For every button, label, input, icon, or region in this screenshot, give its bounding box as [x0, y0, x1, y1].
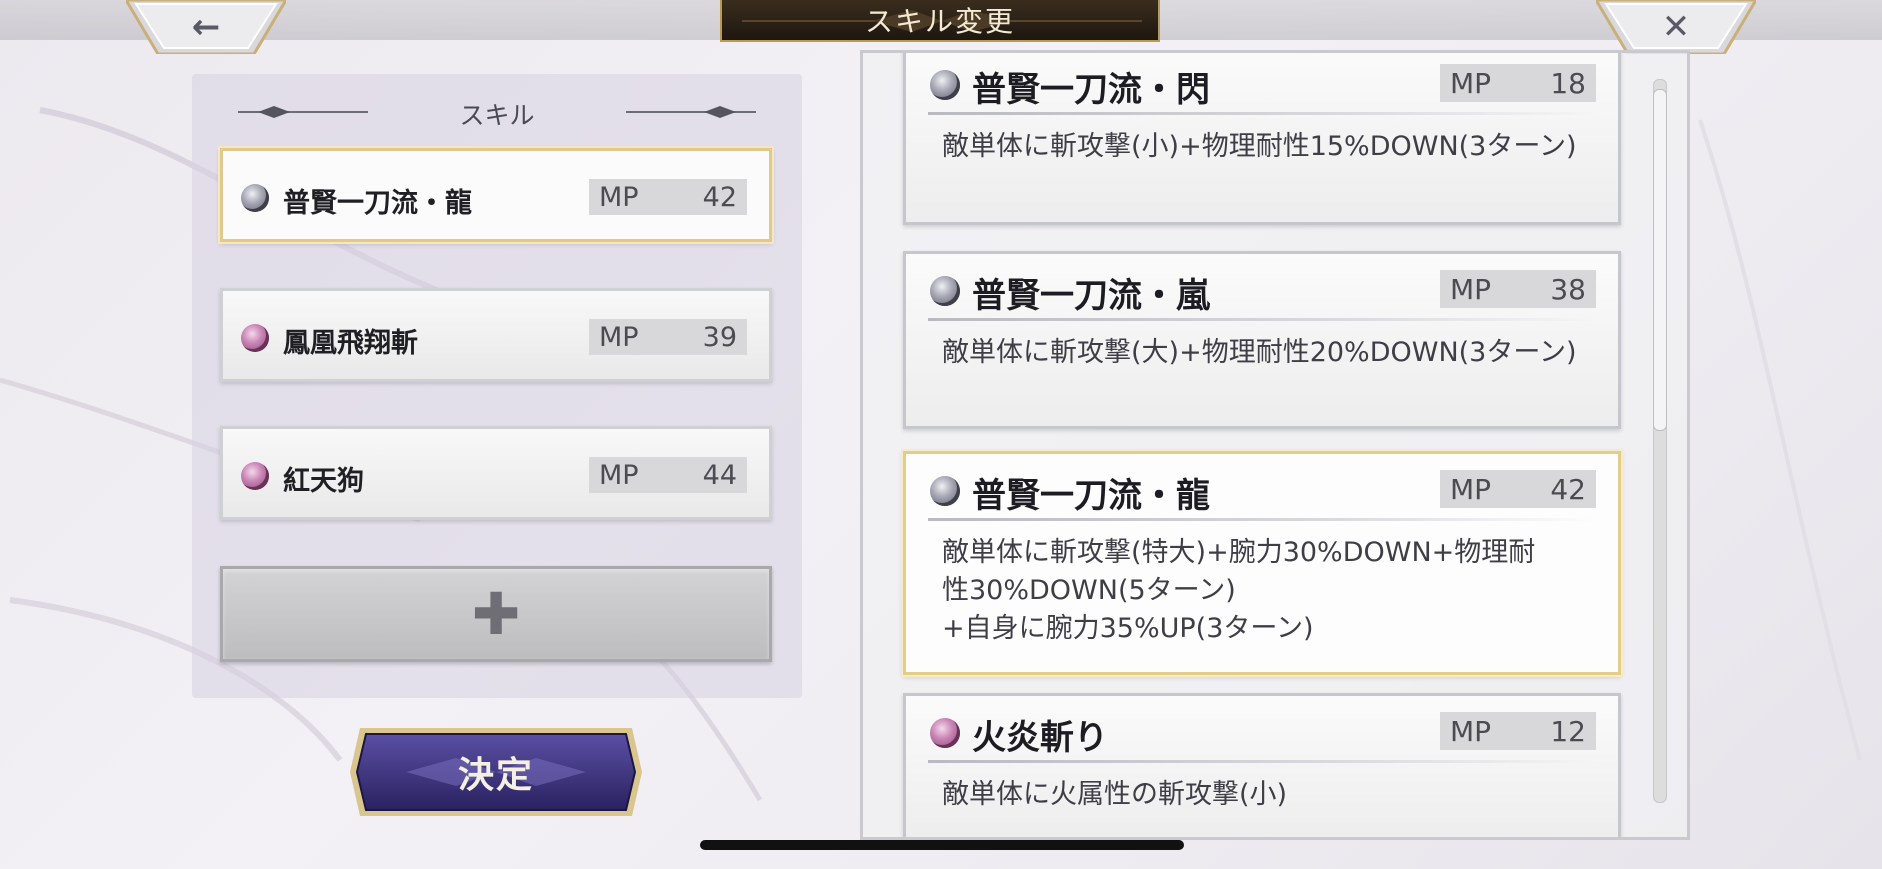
mp-cost: MP 12 — [1440, 712, 1596, 750]
equipped-skill-slot[interactable]: 紅天狗 MP 44 — [220, 426, 772, 520]
skill-description-line: 性30%DOWN(5ターン) — [942, 575, 1236, 606]
mp-label: MP — [1450, 66, 1492, 100]
skill-orb-icon — [930, 276, 960, 306]
mp-label: MP — [1450, 272, 1492, 306]
confirm-button[interactable]: 決定 — [346, 720, 646, 824]
home-indicator[interactable] — [700, 840, 1184, 850]
mp-cost: MP 44 — [589, 457, 747, 493]
panel-header: スキル — [192, 92, 802, 132]
skill-name: 鳳凰飛翔斬 — [283, 328, 418, 359]
skill-card[interactable]: 火炎斬り MP 12 敵単体に火属性の斬攻撃(小) — [903, 693, 1621, 837]
page-title: スキル変更 — [864, 5, 1015, 38]
mp-cost: MP 38 — [1440, 270, 1596, 308]
close-button[interactable]: ✕ — [1596, 0, 1756, 54]
equipped-skill-slot[interactable]: 普賢一刀流・龍 MP 42 — [220, 148, 772, 242]
skill-orb-icon — [930, 70, 960, 100]
skill-card[interactable]: 普賢一刀流・閃 MP 18 敵単体に斬攻撃(小)+物理耐性15%DOWN(3ター… — [903, 53, 1621, 225]
divider — [928, 112, 1596, 115]
mp-cost: MP 42 — [589, 179, 747, 215]
mp-label: MP — [599, 321, 639, 353]
mp-value: 38 — [1550, 272, 1586, 306]
skill-orb-icon — [930, 476, 960, 506]
equipped-skill-slot[interactable]: 鳳凰飛翔斬 MP 39 — [220, 288, 772, 382]
add-skill-button[interactable]: ✚ — [220, 566, 772, 662]
skill-name: 紅天狗 — [283, 466, 364, 497]
divider — [928, 518, 1596, 521]
header-ornament-right — [626, 106, 756, 118]
skill-description: 敵単体に斬攻撃(小)+物理耐性15%DOWN(3ターン) — [942, 131, 1577, 162]
mp-label: MP — [599, 181, 639, 213]
skill-name: 普賢一刀流・閃 — [972, 70, 1210, 110]
back-button[interactable]: ← — [126, 0, 286, 54]
mp-value: 18 — [1550, 66, 1586, 100]
scrollbar-thumb[interactable] — [1653, 89, 1667, 431]
mp-value: 12 — [1550, 714, 1586, 748]
back-arrow-icon: ← — [191, 7, 221, 47]
skill-orb-icon — [241, 462, 269, 490]
skill-orb-icon — [930, 718, 960, 748]
skill-name: 普賢一刀流・龍 — [972, 476, 1210, 516]
divider — [928, 318, 1596, 321]
equipped-skills-panel: スキル 普賢一刀流・龍 MP 42 鳳凰飛翔斬 MP 39 紅天狗 MP 44 … — [192, 74, 802, 698]
mp-value: 39 — [702, 321, 737, 353]
skill-description-line: +自身に腕力35%UP(3ターン) — [942, 613, 1314, 644]
confirm-button-label: 決定 — [457, 755, 534, 796]
mp-cost: MP 39 — [589, 319, 747, 355]
page-title-plate: スキル変更 — [720, 0, 1160, 42]
mp-cost: MP 42 — [1440, 470, 1596, 508]
skill-name: 普賢一刀流・龍 — [283, 188, 472, 219]
mp-cost: MP 18 — [1440, 64, 1596, 102]
skill-card[interactable]: 普賢一刀流・嵐 MP 38 敵単体に斬攻撃(大)+物理耐性20%DOWN(3ター… — [903, 251, 1621, 429]
skill-list-panel[interactable]: 普賢一刀流・閃 MP 18 敵単体に斬攻撃(小)+物理耐性15%DOWN(3ター… — [860, 50, 1690, 840]
skill-description: 敵単体に斬攻撃(大)+物理耐性20%DOWN(3ターン) — [942, 337, 1577, 368]
skill-name: 火炎斬り — [972, 718, 1108, 758]
skill-description: 敵単体に火属性の斬攻撃(小) — [942, 779, 1288, 810]
skill-description: 敵単体に斬攻撃(特大)+腕力30%DOWN+物理耐 性30%DOWN(5ターン)… — [942, 534, 1578, 648]
plus-icon: ✚ — [471, 580, 521, 648]
divider — [928, 760, 1596, 763]
mp-label: MP — [1450, 714, 1492, 748]
skill-description-line: 敵単体に斬攻撃(特大)+腕力30%DOWN+物理耐 — [942, 537, 1536, 568]
mp-label: MP — [599, 459, 639, 491]
skill-name: 普賢一刀流・嵐 — [972, 276, 1210, 316]
mp-value: 44 — [702, 459, 737, 491]
skill-orb-icon — [241, 324, 269, 352]
mp-label: MP — [1450, 472, 1492, 506]
skill-orb-icon — [241, 184, 269, 212]
mp-value: 42 — [702, 181, 737, 213]
skill-card-selected[interactable]: 普賢一刀流・龍 MP 42 敵単体に斬攻撃(特大)+腕力30%DOWN+物理耐 … — [903, 451, 1621, 675]
mp-value: 42 — [1550, 472, 1586, 506]
close-icon: ✕ — [1661, 7, 1691, 47]
